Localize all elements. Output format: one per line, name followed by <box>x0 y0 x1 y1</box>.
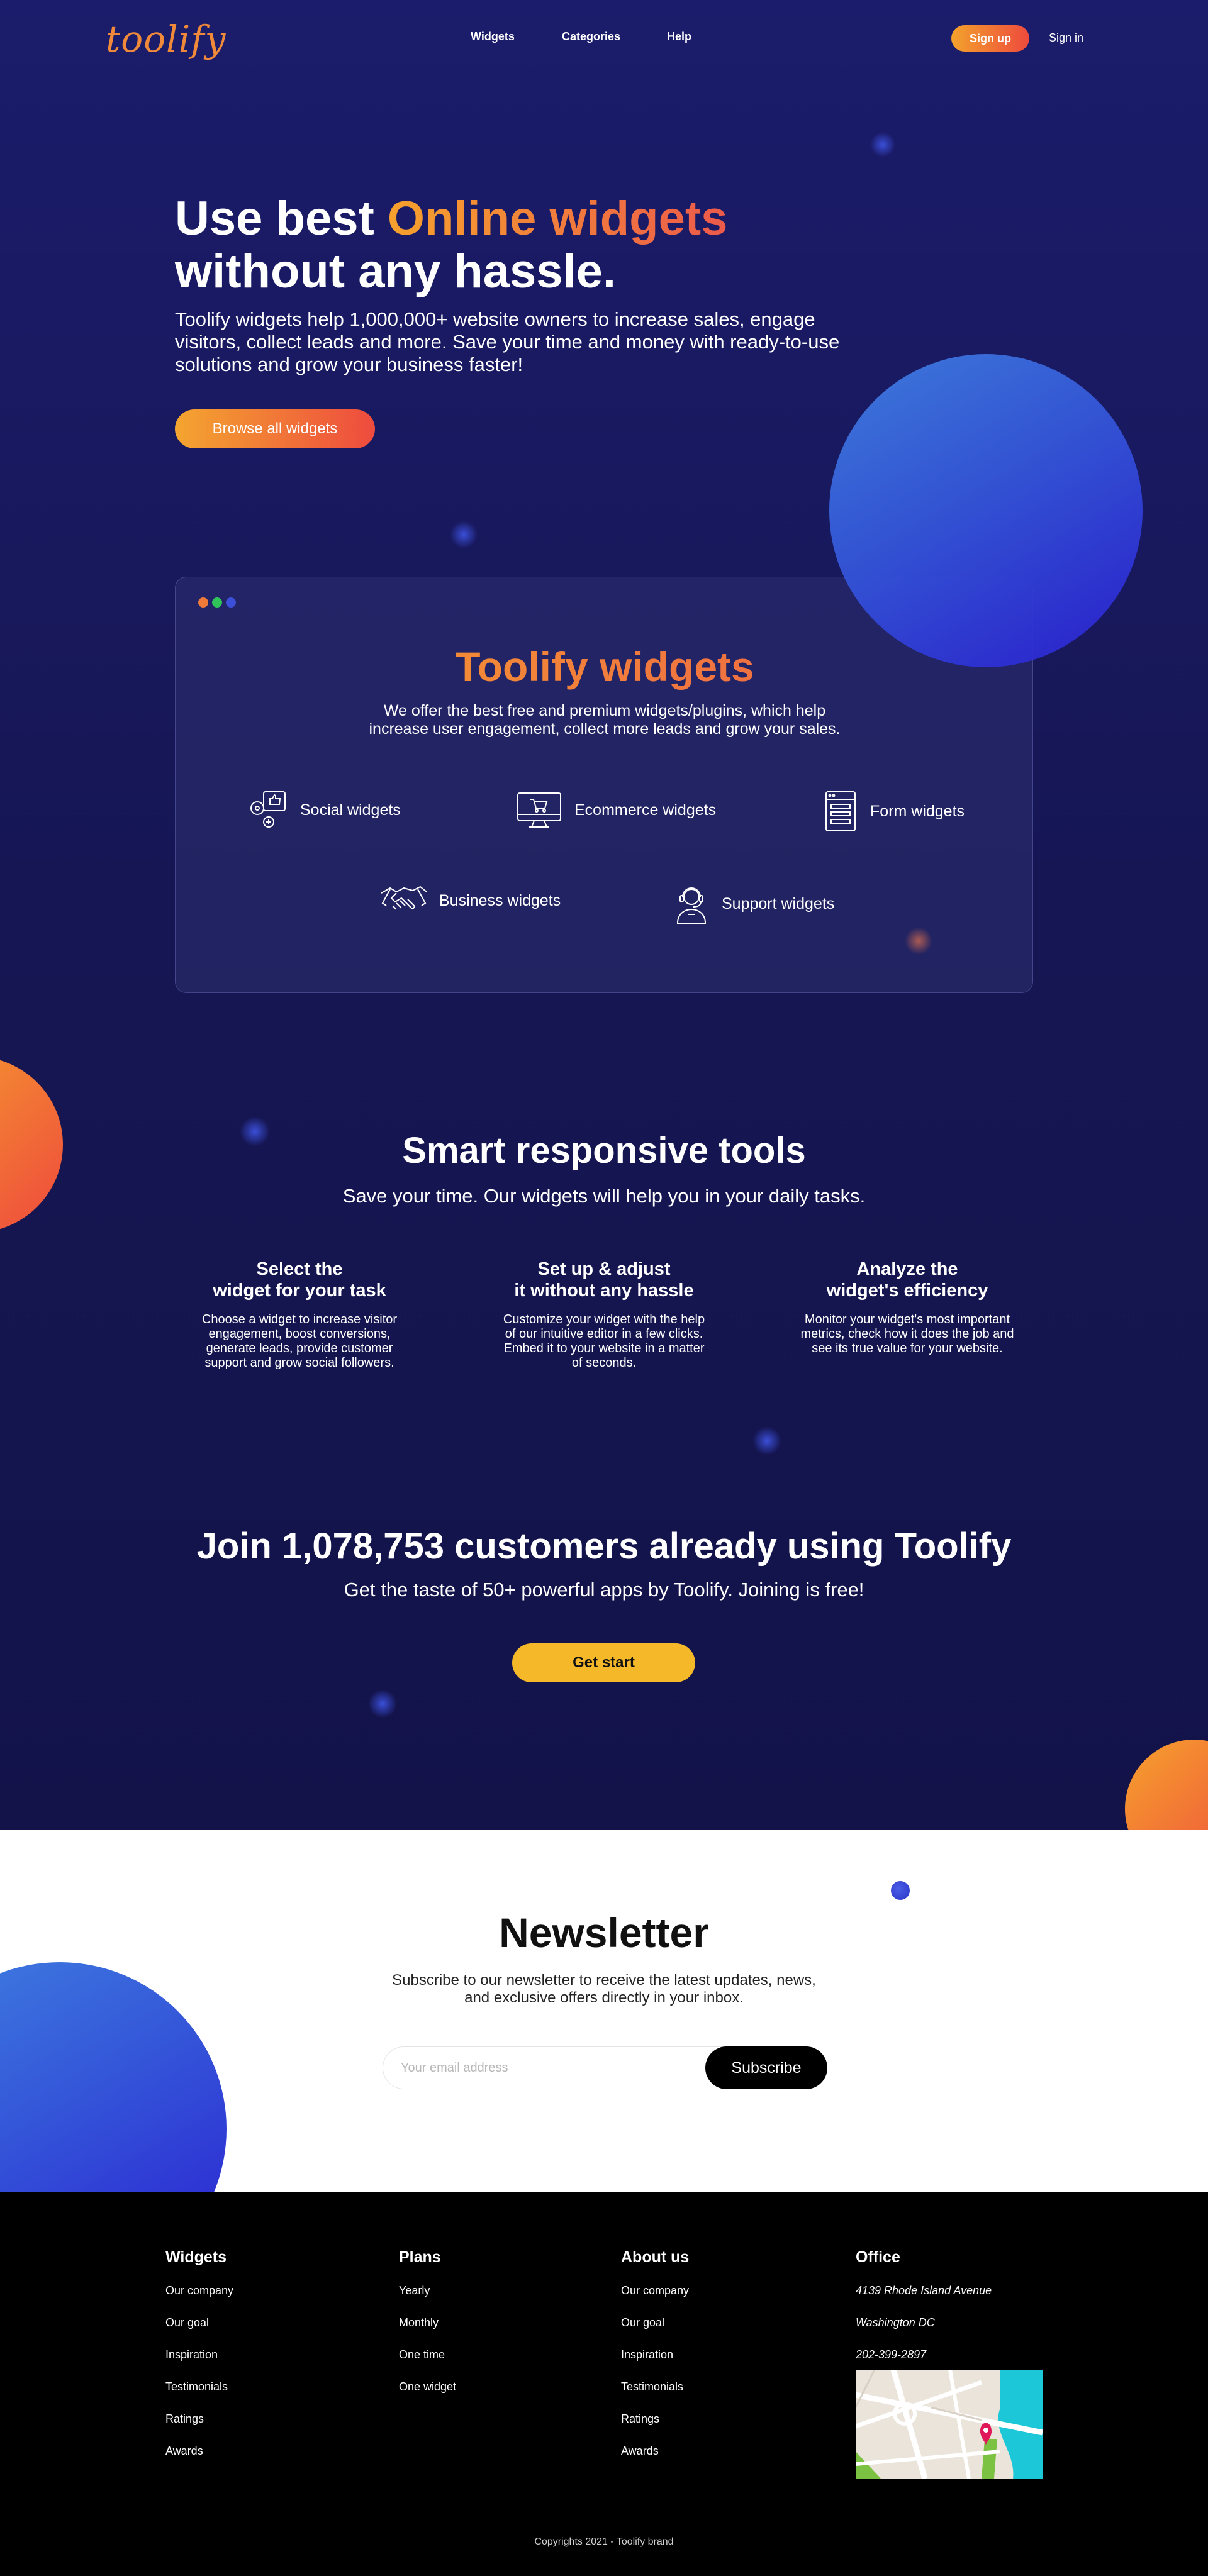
category-label: Business widgets <box>439 891 561 909</box>
office-address-line2: Washington DC <box>856 2316 935 2329</box>
category-support[interactable]: Support widgets <box>673 882 834 926</box>
feature-title: Analyze the widget's efficiency <box>800 1258 1014 1301</box>
footer-link[interactable]: Ratings <box>621 2412 689 2426</box>
feature-title-line2: widget for your task <box>213 1280 386 1301</box>
social-icon <box>250 791 286 828</box>
handshake-icon <box>381 886 427 910</box>
feature-text: Monitor your widget's most important met… <box>800 1313 1014 1355</box>
hero-title-part1: Use best <box>175 192 388 245</box>
footer-col-plans: Plans Yearly Monthly One time One widget <box>399 2248 456 2412</box>
card-subtitle: We offer the best free and premium widge… <box>176 702 1034 738</box>
footer-link[interactable]: Our company <box>165 2284 233 2297</box>
feature-title-line1: Select the <box>256 1259 343 1279</box>
footer-col-about: About us Our company Our goal Inspiratio… <box>621 2248 689 2477</box>
newsletter-subtitle: Subscribe to our newsletter to receive t… <box>392 1972 816 2006</box>
footer-col-title: About us <box>621 2248 690 2266</box>
feature-setup: Set up & adjust it without any hassle Cus… <box>497 1258 711 1370</box>
smart-tools-title: Smart responsive tools <box>402 1130 806 1171</box>
category-label: Social widgets <box>300 801 401 819</box>
footer-link[interactable]: Our goal <box>165 2316 233 2329</box>
category-form[interactable]: Form widgets <box>824 789 965 833</box>
feature-title: Set up & adjust it without any hassle <box>497 1258 711 1301</box>
footer-link[interactable]: One time <box>399 2348 456 2362</box>
glow-orb <box>450 521 478 548</box>
footer-link[interactable]: Awards <box>165 2445 233 2458</box>
glow-orb <box>368 1689 397 1718</box>
newsletter-title: Newsletter <box>499 1909 709 1956</box>
footer-link[interactable]: Awards <box>621 2445 689 2458</box>
category-label: Support widgets <box>722 894 835 913</box>
footer-col-title: Plans <box>399 2248 441 2266</box>
decor-circle-blue <box>0 1962 226 2192</box>
glow-orb <box>752 1426 781 1455</box>
smart-tools-subtitle: Save your time. Our widgets will help yo… <box>342 1185 866 1207</box>
newsletter-section: Newsletter Subscribe to our newsletter t… <box>0 1830 1208 2192</box>
ecommerce-icon <box>517 792 561 828</box>
toolify-logo[interactable]: toolify <box>106 18 226 60</box>
footer-link[interactable]: Testimonials <box>165 2380 233 2394</box>
feature-title-line1: Set up & adjust <box>537 1259 671 1279</box>
hero-title-part2: without any hassle. <box>175 245 617 298</box>
footer-link[interactable]: Yearly <box>399 2284 456 2297</box>
category-label: Form widgets <box>870 802 965 820</box>
footer-col-widgets: Widgets Our company Our goal Inspiration… <box>165 2248 233 2477</box>
feature-text: Customize your widget with the help of o… <box>503 1313 705 1370</box>
decor-dot-blue <box>891 1881 910 1900</box>
subscribe-button[interactable]: Subscribe <box>705 2046 827 2089</box>
footer-link[interactable]: Monthly <box>399 2316 456 2329</box>
footer-link[interactable]: Testimonials <box>621 2380 689 2394</box>
footer-link[interactable]: Inspiration <box>621 2348 689 2362</box>
feature-analyze: Analyze the widget's efficiency Monitor y… <box>800 1258 1014 1356</box>
card-title: Toolify widgets <box>176 643 1034 691</box>
footer-col-office: Office 4139 Rhode Island Avenue Washingt… <box>856 2248 992 2380</box>
decor-circle-orange <box>1125 1740 1208 1830</box>
footer-link[interactable]: Our goal <box>621 2316 689 2329</box>
hero-section: toolify Widgets Categories Help Sign up … <box>0 0 1208 1830</box>
support-agent-icon <box>676 887 707 924</box>
feature-title: Select the widget for your task <box>193 1258 406 1301</box>
join-subtitle: Get the taste of 50+ powerful apps by To… <box>344 1579 864 1601</box>
window-dot-orange <box>198 597 208 608</box>
footer-col-title: Widgets <box>165 2248 226 2266</box>
card-subtitle-text: We offer the best free and premium widge… <box>369 702 841 738</box>
office-phone[interactable]: 202-399-2897 <box>856 2348 992 2362</box>
browse-widgets-button[interactable]: Browse all widgets <box>175 409 375 448</box>
footer-link[interactable]: Ratings <box>165 2412 233 2426</box>
office-address-line1: 4139 Rhode Island Avenue <box>856 2284 992 2297</box>
footer: Widgets Our company Our goal Inspiration… <box>0 2192 1208 2576</box>
hero-title-accent: Online widgets <box>387 192 728 245</box>
footer-link[interactable]: One widget <box>399 2380 456 2394</box>
form-icon <box>825 791 856 831</box>
hero-title: Use best Online widgets without any hass… <box>175 192 727 298</box>
feature-title-line2: it without any hassle <box>514 1280 694 1301</box>
category-social[interactable]: Social widgets <box>247 789 401 831</box>
footer-link[interactable]: Our company <box>621 2284 689 2297</box>
feature-title-line2: widget's efficiency <box>826 1280 988 1301</box>
category-label: Ecommerce widgets <box>574 801 717 819</box>
feature-title-line1: Analyze the <box>856 1259 958 1279</box>
category-business[interactable]: Business widgets <box>380 882 561 919</box>
glow-orb <box>870 132 895 157</box>
join-title: Join 1,078,753 customers already using T… <box>196 1526 1012 1567</box>
decor-circle-blue <box>829 354 1143 667</box>
window-dot-green <box>212 597 222 608</box>
feature-text: Choose a widget to increase visitor enga… <box>201 1313 398 1370</box>
nav-categories[interactable]: Categories <box>562 30 620 43</box>
signup-button[interactable]: Sign up <box>951 25 1029 52</box>
hero-subtitle: Toolify widgets help 1,000,000+ website … <box>175 308 840 375</box>
office-map[interactable] <box>856 2370 1043 2479</box>
footer-link[interactable]: Inspiration <box>165 2348 233 2362</box>
nav-widgets[interactable]: Widgets <box>471 30 515 43</box>
footer-col-title: Office <box>856 2248 900 2266</box>
copyright: Copyrights 2021 - Toolify brand <box>534 2536 674 2547</box>
feature-select: Select the widget for your task Choose a … <box>193 1258 406 1370</box>
nav-help[interactable]: Help <box>667 30 691 43</box>
signin-link[interactable]: Sign in <box>1049 31 1083 45</box>
get-start-button[interactable]: Get start <box>512 1643 695 1682</box>
category-ecommerce[interactable]: Ecommerce widgets <box>515 789 716 831</box>
map-graphic <box>856 2370 1043 2479</box>
window-dot-blue <box>226 597 236 608</box>
